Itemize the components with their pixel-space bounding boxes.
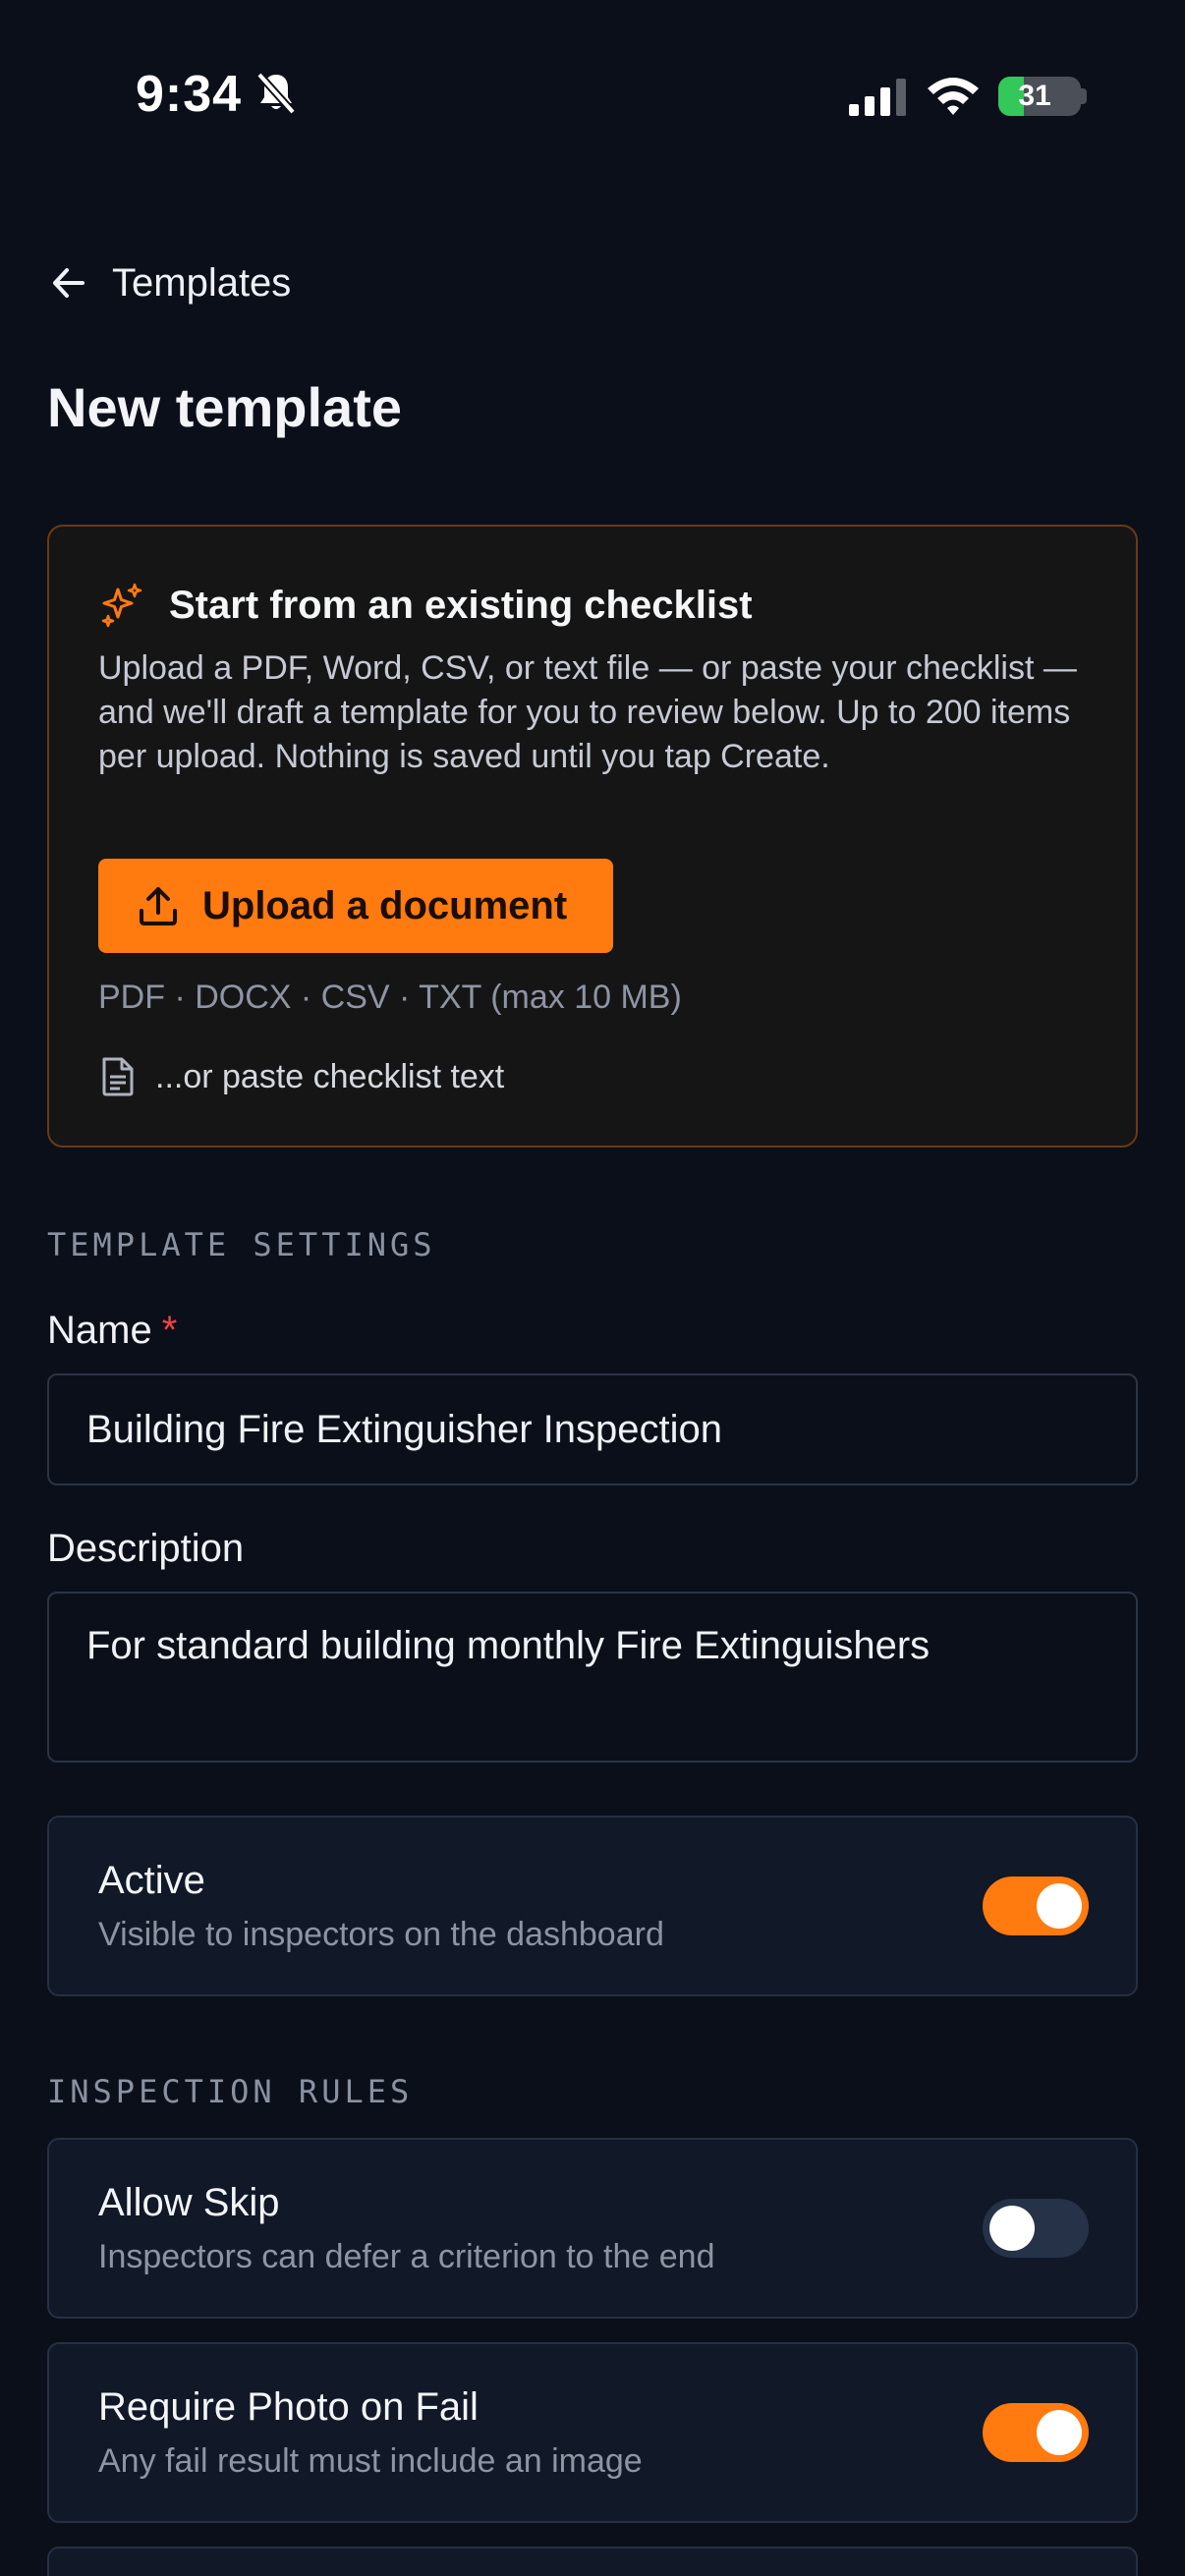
toggle-knob [989, 2206, 1035, 2251]
bell-muted-icon [256, 72, 296, 115]
sparkles-icon [101, 583, 142, 628]
allow-skip-card: Allow Skip Inspectors can defer a criter… [47, 2138, 1138, 2319]
upload-icon [140, 887, 177, 925]
battery-indicator: 31 [998, 77, 1081, 116]
require-photo-subtitle: Any fail result must include an image [98, 2442, 643, 2480]
status-bar: 9:34 31 [0, 0, 1185, 196]
wifi-icon [928, 78, 979, 115]
import-card-title: Start from an existing checklist [169, 583, 753, 627]
document-icon [102, 1057, 134, 1096]
import-checklist-card: Start from an existing checklist Upload … [47, 525, 1138, 1148]
arrow-left-icon [53, 268, 85, 298]
upload-document-button[interactable]: Upload a document [98, 859, 613, 953]
template-settings-heading: TEMPLATE SETTINGS [47, 1226, 436, 1263]
back-label: Templates [112, 260, 292, 305]
toggle-knob [1037, 1883, 1082, 1929]
import-card-description: Upload a PDF, Word, CSV, or text file — … [98, 649, 1077, 775]
import-title-row: Start from an existing checklist [98, 582, 753, 629]
require-photo-card: Require Photo on Fail Any fail result mu… [47, 2342, 1138, 2523]
upload-button-label: Upload a document [202, 883, 568, 927]
require-photo-toggle[interactable] [983, 2403, 1089, 2462]
inspection-rules-heading: INSPECTION RULES [47, 2073, 414, 2110]
next-rule-card [47, 2547, 1138, 2576]
new-template-screen: 9:34 31 Templates New template Start fro… [0, 0, 1185, 2576]
battery-cap [1081, 88, 1087, 104]
toggle-knob [1037, 2410, 1082, 2455]
description-field-label: Description [47, 1527, 245, 1570]
paste-checklist-label: ...or paste checklist text [155, 1057, 505, 1095]
require-photo-title: Require Photo on Fail [98, 2385, 479, 2429]
allow-skip-subtitle: Inspectors can defer a criterion to the … [98, 2238, 715, 2275]
active-toggle[interactable] [983, 1876, 1089, 1935]
cellular-signal-icon [849, 79, 906, 116]
description-textarea[interactable]: For standard building monthly Fire Extin… [47, 1592, 1138, 1763]
description-input-value: For standard building monthly Fire Extin… [86, 1624, 931, 1667]
page-title: New template [47, 376, 402, 438]
back-button[interactable]: Templates [47, 252, 291, 314]
required-indicator: * [161, 1309, 178, 1352]
supported-formats: PDF · DOCX · CSV · TXT (max 10 MB) [98, 979, 682, 1016]
active-subtitle: Visible to inspectors on the dashboard [98, 1916, 664, 1953]
name-input-value: Building Fire Extinguisher Inspection [86, 1408, 723, 1451]
allow-skip-title: Allow Skip [98, 2181, 280, 2224]
allow-skip-toggle[interactable] [983, 2199, 1089, 2258]
battery-percent: 31 [1018, 80, 1051, 112]
paste-checklist-link[interactable]: ...or paste checklist text [98, 1055, 504, 1098]
active-setting-card: Active Visible to inspectors on the dash… [47, 1816, 1138, 1996]
active-title: Active [98, 1859, 205, 1902]
status-time: 9:34 [136, 66, 243, 123]
name-label-text: Name [47, 1309, 152, 1352]
name-field-label: Name * [47, 1309, 177, 1353]
name-input[interactable]: Building Fire Extinguisher Inspection [47, 1373, 1138, 1485]
